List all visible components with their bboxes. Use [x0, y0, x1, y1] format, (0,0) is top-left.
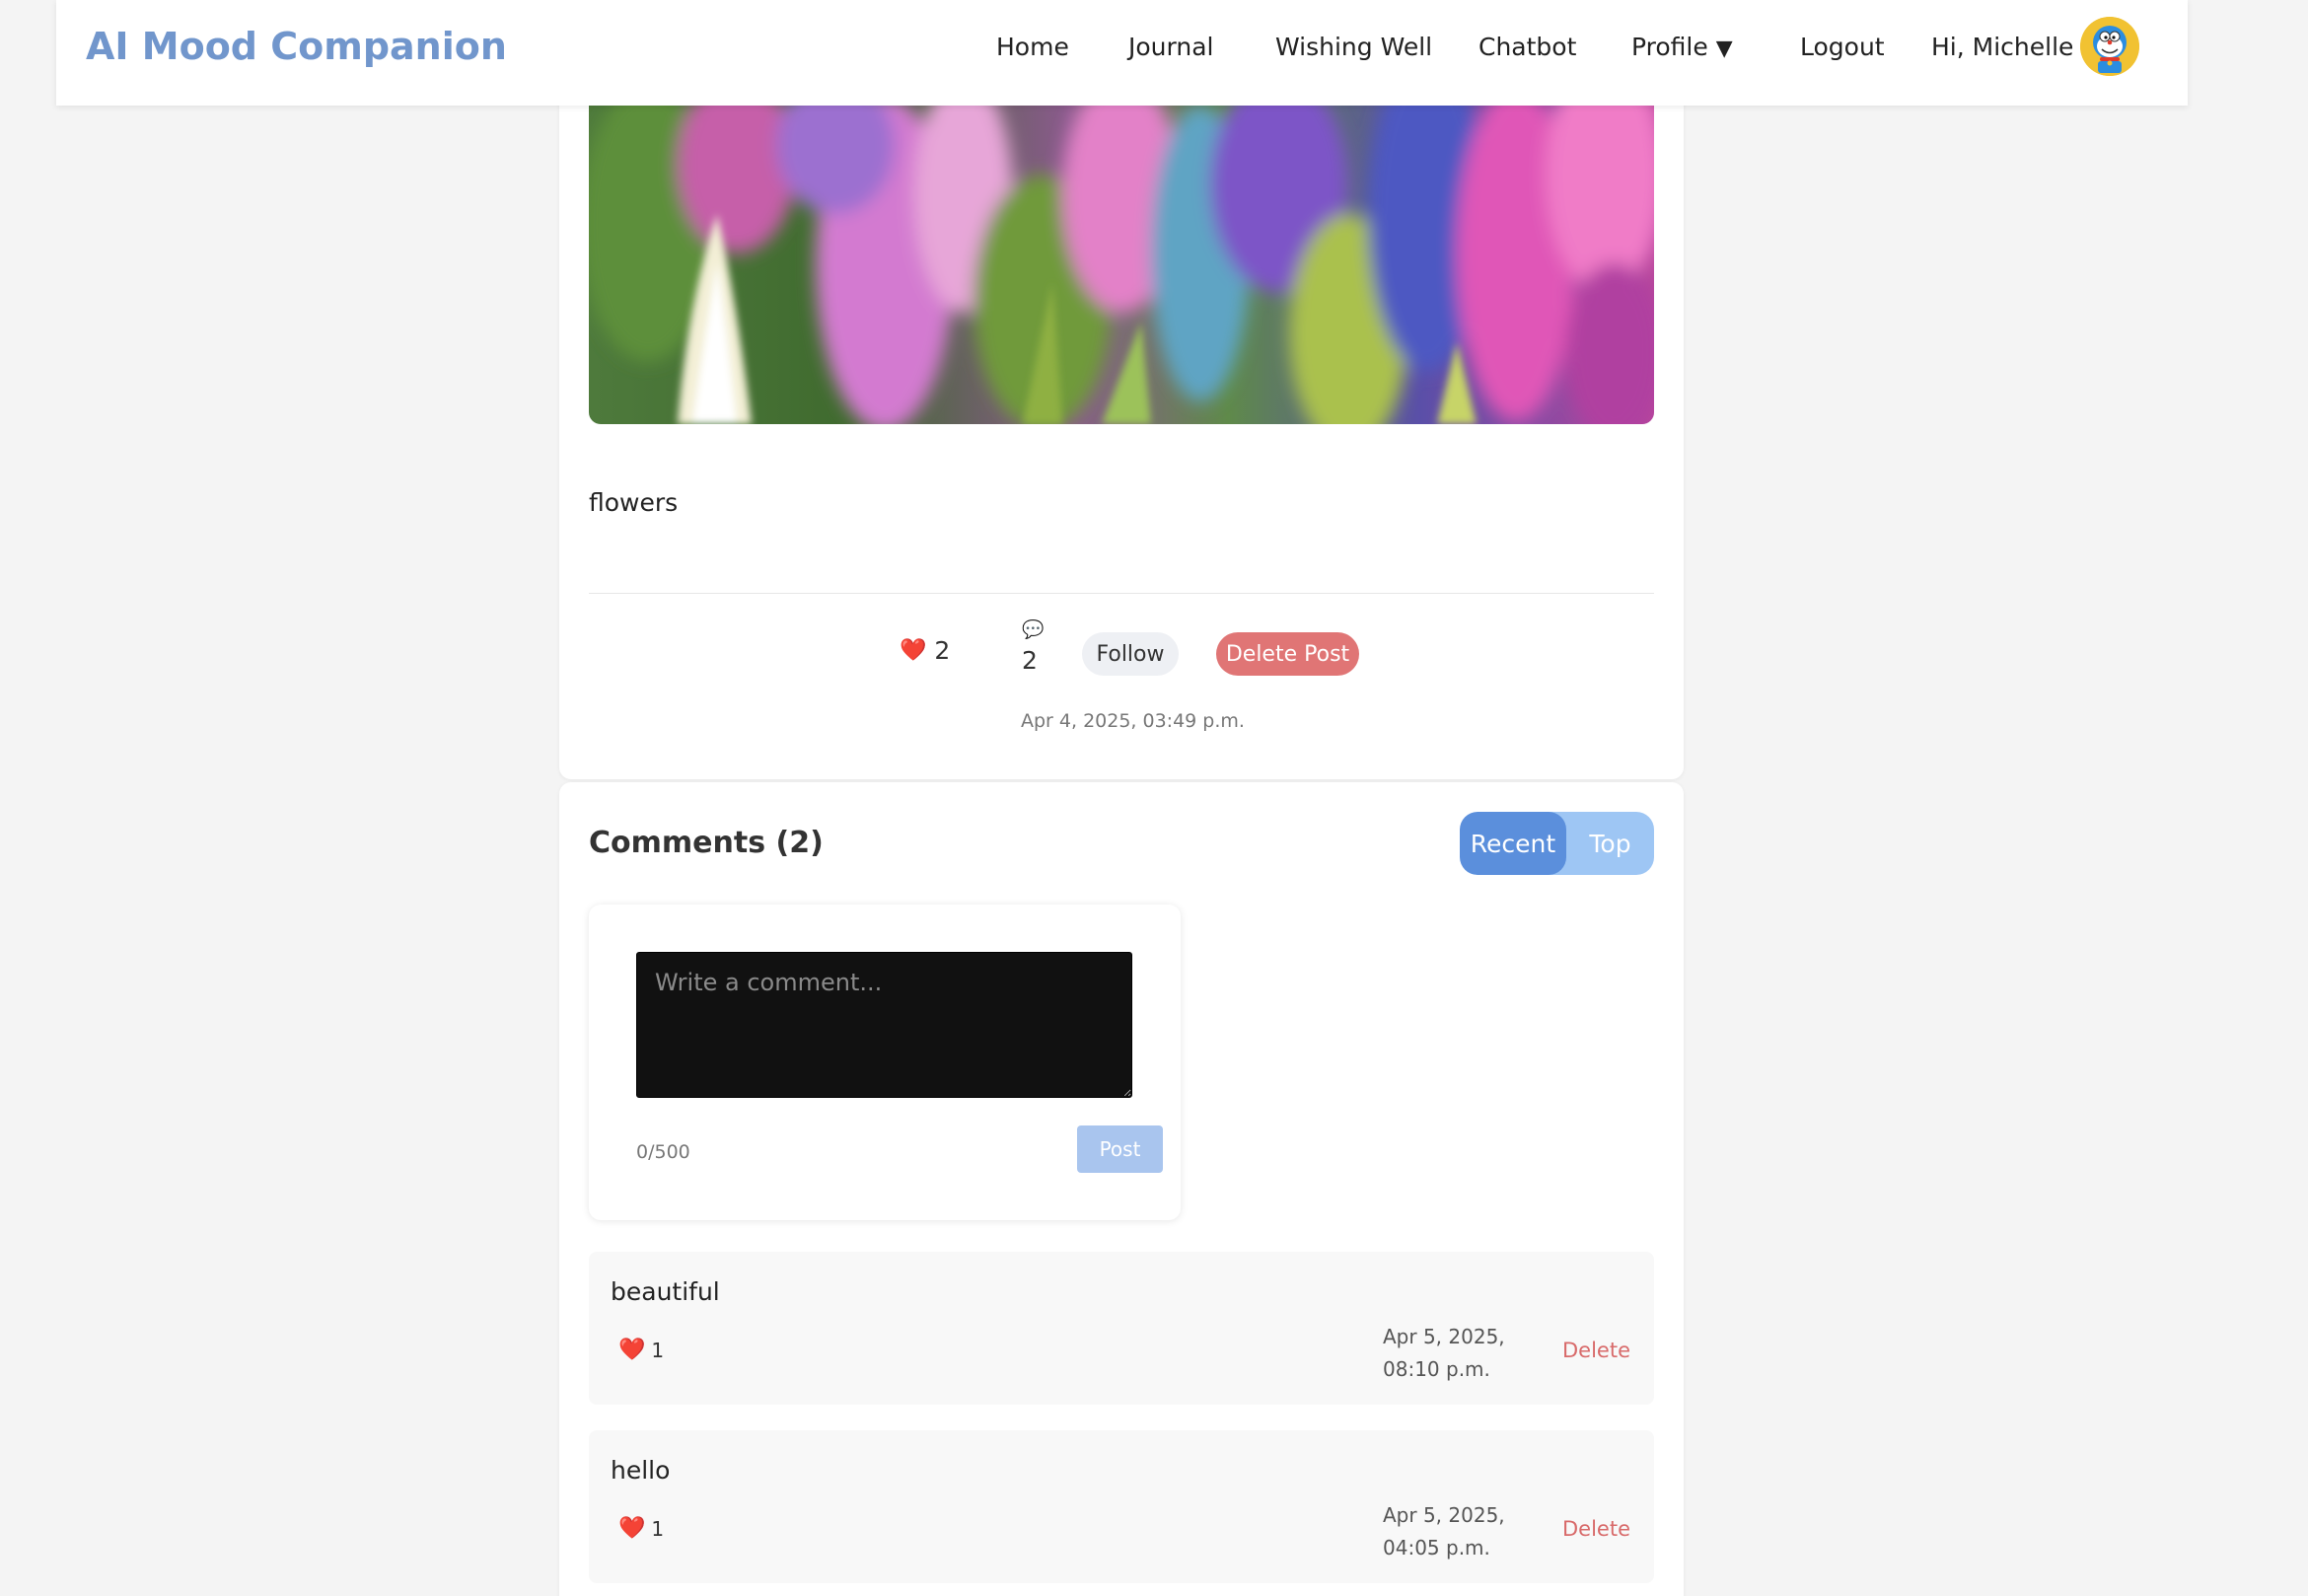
heart-icon: ❤️: [618, 1516, 646, 1541]
nav-profile-label: Profile: [1631, 33, 1708, 61]
post-date: Apr 4, 2025, 03:49 p.m.: [1021, 710, 1245, 732]
comment-text: beautiful: [611, 1277, 720, 1306]
post-comment-button[interactable]: 💬 2: [1022, 621, 1051, 675]
comments-title: Comments (2): [589, 826, 824, 860]
comment-date: Apr 5, 2025, 04:05 p.m.: [1383, 1503, 1505, 1560]
comment-like-count: 1: [651, 1339, 665, 1362]
post-comment-count: 2: [1022, 646, 1038, 675]
comment-like-button[interactable]: ❤️ 1: [618, 1339, 664, 1362]
avatar[interactable]: [2080, 17, 2139, 76]
delete-post-button[interactable]: Delete Post: [1216, 632, 1359, 676]
post-like-count: 2: [934, 636, 951, 665]
heart-icon: ❤️: [618, 1338, 646, 1362]
nav-profile-dropdown[interactable]: Profile ▼: [1631, 33, 1733, 61]
comment-text: hello: [611, 1456, 671, 1485]
sort-top-button[interactable]: Top: [1566, 812, 1654, 875]
brand-logo[interactable]: AI Mood Companion: [86, 25, 507, 68]
post-divider: [589, 593, 1654, 594]
comment-like-button[interactable]: ❤️ 1: [618, 1517, 664, 1541]
comment-delete-button[interactable]: Delete: [1562, 1339, 1630, 1362]
comment-input[interactable]: [636, 952, 1132, 1098]
heart-icon: ❤️: [900, 637, 927, 663]
post-comment-button[interactable]: Post: [1077, 1125, 1163, 1173]
comments-section: Comments (2) Recent Top 0/500 Post beaut…: [559, 782, 1684, 1596]
nav-logout[interactable]: Logout: [1800, 33, 1885, 61]
post-card: flowers ❤️ 2 💬 2 Follow Delete Post Apr …: [559, 59, 1684, 779]
user-greeting: Hi, Michelle: [1931, 33, 2074, 61]
comment-sort-toggle: Recent Top: [1460, 812, 1654, 875]
comment-delete-button[interactable]: Delete: [1562, 1517, 1630, 1541]
follow-button[interactable]: Follow: [1082, 632, 1179, 676]
comment-date: Apr 5, 2025, 08:10 p.m.: [1383, 1325, 1505, 1381]
sort-recent-button[interactable]: Recent: [1460, 812, 1566, 875]
caret-down-icon: ▼: [1715, 36, 1733, 61]
navbar: AI Mood Companion Home Journal Wishing W…: [56, 0, 2188, 106]
nav-journal[interactable]: Journal: [1128, 33, 1213, 61]
speech-bubble-icon: 💬: [1022, 619, 1045, 640]
post-text: flowers: [589, 488, 679, 517]
cartoon-avatar-icon: [2080, 17, 2139, 76]
flower-photo: [589, 106, 1654, 424]
comment-like-count: 1: [651, 1517, 665, 1541]
comment-item: beautiful ❤️ 1 Apr 5, 2025, 08:10 p.m. D…: [589, 1252, 1654, 1405]
comment-form: 0/500 Post: [589, 905, 1181, 1220]
post-image[interactable]: [589, 106, 1654, 424]
nav-home[interactable]: Home: [996, 33, 1069, 61]
comment-item: hello ❤️ 1 Apr 5, 2025, 04:05 p.m. Delet…: [589, 1430, 1654, 1583]
post-like-button[interactable]: ❤️ 2: [900, 636, 950, 665]
char-counter: 0/500: [636, 1141, 690, 1163]
nav-wishing-well[interactable]: Wishing Well: [1275, 33, 1432, 61]
nav-chatbot[interactable]: Chatbot: [1479, 33, 1576, 61]
